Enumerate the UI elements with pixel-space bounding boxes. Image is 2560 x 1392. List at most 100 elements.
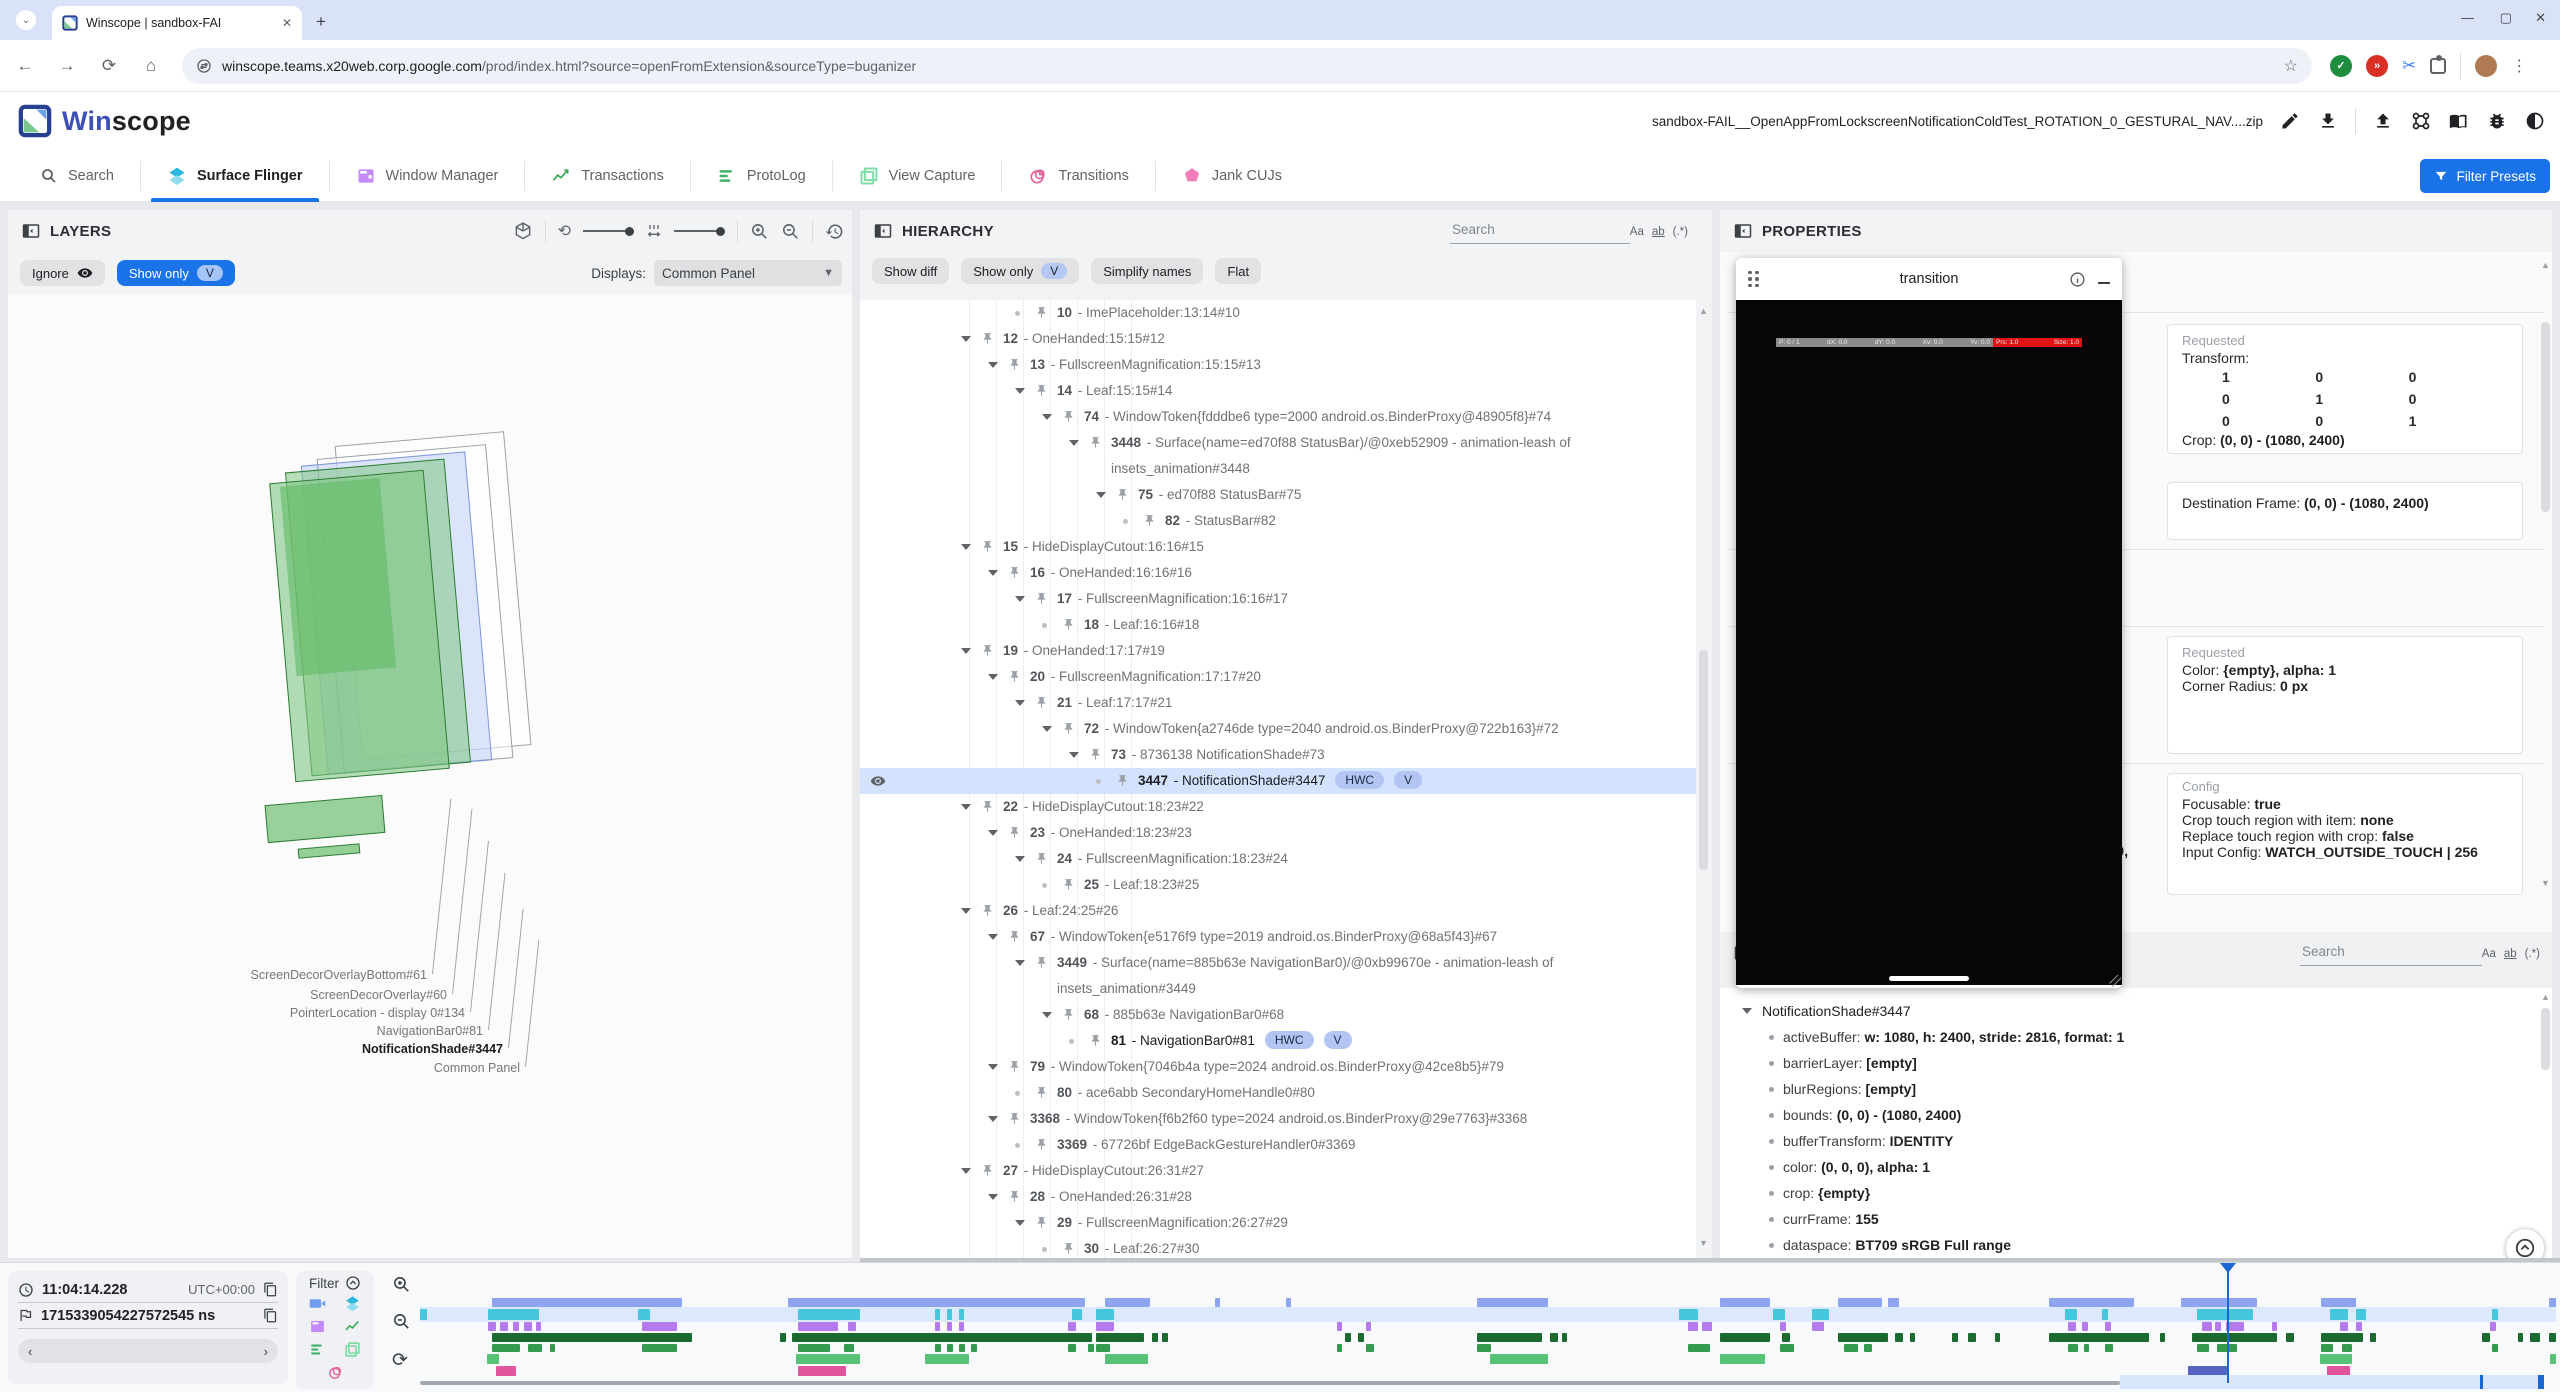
surface-flinger-track-entry[interactable] [1812, 1309, 1829, 1320]
pin-icon[interactable] [1062, 1008, 1075, 1021]
hierarchy-node-3447[interactable]: 3447 - NotificationShade#3447HWCV [860, 768, 1696, 794]
proto-property-row[interactable]: bufferTransform: IDENTITY [1720, 1128, 2552, 1154]
screen-recording-filter-icon[interactable] [309, 1295, 326, 1312]
pin-icon[interactable] [981, 540, 994, 553]
transitions-track-entry[interactable] [798, 1366, 846, 1376]
transactions-track-entry[interactable] [2530, 1333, 2540, 1342]
protolog-track-entry[interactable] [1844, 1344, 1858, 1352]
show-diff-chip[interactable]: Show diff [872, 258, 949, 284]
expand-arrow-icon[interactable] [988, 674, 998, 680]
pin-icon[interactable] [1008, 1190, 1021, 1203]
protolog-track-entry[interactable] [528, 1344, 542, 1352]
show-only-v-chip[interactable]: Show onlyV [961, 258, 1079, 284]
layer-rect-strip[interactable] [298, 843, 361, 858]
surface-flinger-track-entry[interactable] [420, 1309, 427, 1320]
protolog-track-entry[interactable] [492, 1344, 520, 1352]
surface-flinger-track-entry[interactable] [488, 1309, 539, 1320]
window-manager-track-entry[interactable] [2490, 1322, 2496, 1331]
transactions-track-entry[interactable] [2518, 1333, 2523, 1342]
screen-recording-track-entry[interactable] [2321, 1298, 2356, 1307]
new-tab-button[interactable]: + [316, 12, 326, 32]
expand-arrow-icon[interactable] [1042, 726, 1052, 732]
window-manager-track-entry[interactable] [513, 1322, 519, 1331]
resize-handle[interactable] [2109, 975, 2121, 987]
view-capture-filter-icon[interactable] [344, 1341, 361, 1358]
surface-flinger-track-entry[interactable] [947, 1309, 952, 1320]
window-manager-track-entry[interactable] [1068, 1322, 1076, 1331]
transactions-track-entry[interactable] [2482, 1333, 2490, 1342]
screen-recording-track-entry[interactable] [1286, 1298, 1291, 1307]
proto-property-row[interactable]: barrierLayer: [empty] [1720, 1050, 2552, 1076]
pin-icon[interactable] [1035, 1138, 1048, 1151]
protolog-track-entry[interactable] [844, 1344, 854, 1352]
pin-icon[interactable] [1035, 696, 1048, 709]
displays-dropdown[interactable]: Common Panel▼ [654, 260, 842, 286]
window-manager-track-entry[interactable] [2215, 1322, 2221, 1331]
zoom-out-icon[interactable] [781, 222, 800, 241]
pin-icon[interactable] [1008, 358, 1021, 371]
transactions-track-entry[interactable] [1550, 1333, 1558, 1342]
transactions-track-entry[interactable] [1952, 1333, 1958, 1342]
window-manager-track-entry[interactable] [798, 1322, 838, 1331]
protolog-track-entry[interactable] [550, 1344, 555, 1352]
pin-icon[interactable] [1035, 852, 1048, 865]
proto-scrollbar[interactable] [2541, 1008, 2550, 1070]
expand-arrow-icon[interactable] [1015, 700, 1025, 706]
screen-recording-track-entry[interactable] [1888, 1298, 1899, 1307]
window-manager-track-entry[interactable] [1096, 1322, 1114, 1331]
surface-flinger-track-entry[interactable] [2197, 1309, 2253, 1320]
ignore-chip[interactable]: Ignore [20, 260, 105, 286]
transactions-track-entry[interactable] [2549, 1333, 2556, 1342]
expand-arrow-icon[interactable] [988, 570, 998, 576]
pin-icon[interactable] [1089, 436, 1102, 449]
pin-icon[interactable] [1035, 306, 1048, 319]
expand-arrow-icon[interactable] [1069, 440, 1079, 446]
browser-menu-kebab-icon[interactable]: ⋮ [2511, 56, 2527, 76]
expand-arrow-icon[interactable] [988, 830, 998, 836]
transactions-track-entry[interactable] [1096, 1333, 1144, 1342]
surface-flinger-track-entry[interactable] [1679, 1309, 1698, 1320]
simplify-names-chip[interactable]: Simplify names [1091, 258, 1203, 284]
surface-flinger-track-entry[interactable] [1773, 1309, 1785, 1320]
url-bar[interactable]: winscope.teams.x20web.corp.google.com/pr… [182, 48, 2312, 84]
hierarchy-node-12[interactable]: 12 - OneHanded:15:15#12 [860, 326, 1696, 352]
expand-arrow-icon[interactable] [988, 934, 998, 940]
tab-search-icon[interactable]: ⌄ [16, 10, 36, 30]
layers-3d-view[interactable]: ScreenDecorOverlayBottom#61ScreenDecorOv… [8, 294, 852, 1258]
timeline-cursor-handle[interactable] [2220, 1263, 2236, 1273]
pin-icon[interactable] [981, 800, 994, 813]
pin-icon[interactable] [1035, 1216, 1048, 1229]
hierarchy-node-25[interactable]: 25 - Leaf:18:23#25 [860, 872, 1696, 898]
screen-recording-track-entry[interactable] [492, 1298, 682, 1307]
screen-recording-track-entry[interactable] [1105, 1298, 1150, 1307]
timeline-reset-zoom-icon[interactable]: ⟳ [392, 1349, 411, 1372]
transactions-track-entry[interactable] [2370, 1333, 2376, 1342]
pin-icon[interactable] [1116, 488, 1129, 501]
hierarchy-node-16[interactable]: 16 - OneHanded:16:16#16 [860, 560, 1696, 586]
window-manager-track-entry[interactable] [488, 1322, 496, 1331]
hierarchy-node-72[interactable]: 72 - WindowToken{a2746de type=2040 andro… [860, 716, 1696, 742]
pin-icon[interactable] [1035, 956, 1048, 969]
hierarchy-node-13[interactable]: 13 - FullscreenMagnification:15:15#13 [860, 352, 1696, 378]
spacing-slider[interactable] [674, 227, 725, 236]
cube-3d-icon[interactable] [513, 221, 533, 241]
proto-property-row[interactable]: bounds: (0, 0) - (1080, 2400) [1720, 1102, 2552, 1128]
pin-icon[interactable] [1008, 566, 1021, 579]
hierarchy-node-75[interactable]: 75 - ed70f88 StatusBar#75 [860, 482, 1696, 508]
proto-property-row[interactable]: currFrame: 155 [1720, 1206, 2552, 1232]
match-case-icon[interactable]: Aa [2482, 948, 2496, 960]
window-manager-track-entry[interactable] [935, 1322, 940, 1331]
screen-recording-track-entry[interactable] [1838, 1298, 1882, 1307]
forward-icon[interactable]: → [50, 49, 84, 83]
transactions-filter-icon[interactable] [344, 1318, 361, 1335]
extension-red-icon[interactable]: » [2366, 55, 2388, 77]
tab-jank-cujs[interactable]: Jank CUJs [1156, 150, 1308, 202]
hierarchy-scrollbar[interactable] [1699, 650, 1708, 870]
protolog-track-entry[interactable] [2105, 1344, 2113, 1352]
collapse-panel-icon[interactable] [22, 222, 40, 240]
surface-flinger-track-entry[interactable] [935, 1309, 940, 1320]
protolog-track-entry[interactable] [2197, 1344, 2209, 1352]
scissors-extension-icon[interactable]: ✂ [2402, 56, 2416, 76]
back-icon[interactable]: ← [8, 49, 42, 83]
proto-search[interactable]: Search Aa ab (.*) [2300, 940, 2540, 966]
